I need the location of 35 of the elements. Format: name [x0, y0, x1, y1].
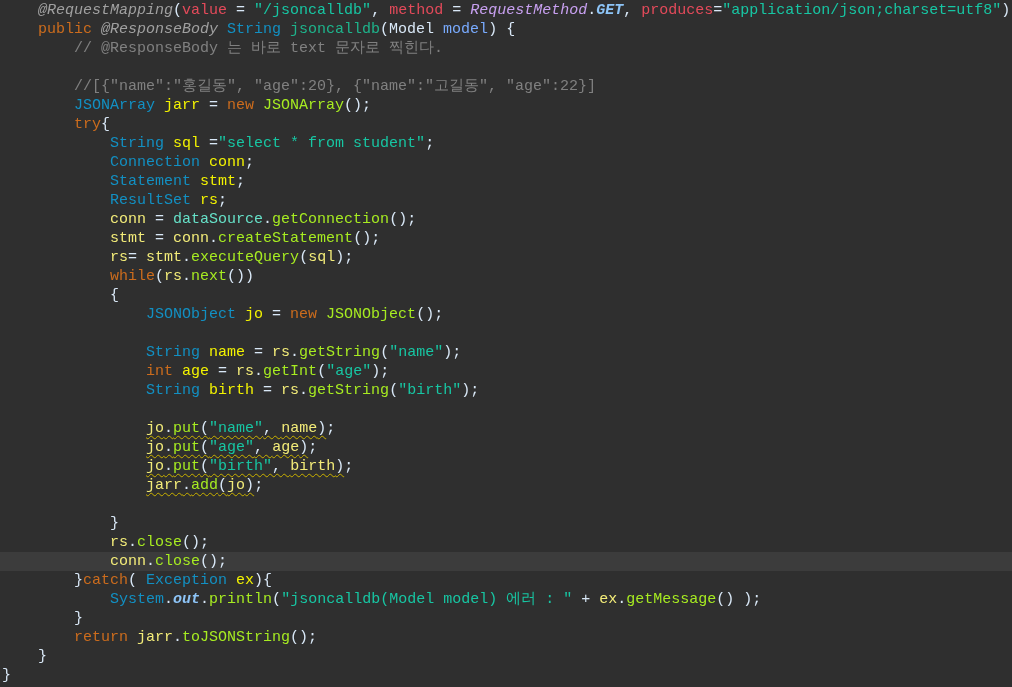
code-line: }	[73, 609, 85, 628]
code-line: Connection conn;	[109, 153, 256, 172]
code-line: }	[37, 647, 49, 666]
warning-underline: jo.put("birth", birth)	[146, 458, 345, 475]
code-line: String name = rs.getString("name");	[145, 343, 463, 362]
code-line: ResultSet rs;	[109, 191, 229, 210]
code-line: int age = rs.getInt("age");	[145, 362, 391, 381]
code-line: stmt = conn.createStatement();	[109, 229, 382, 248]
code-line: }	[109, 514, 121, 533]
code-line: public @ResponseBody String jsoncalldb(Model model) {	[37, 20, 517, 39]
code-line: jarr.add(jo);	[145, 476, 265, 495]
code-line: // @ResponseBody 는 바로 text 문자로 찍힌다.	[73, 39, 445, 58]
code-line: @RequestMapping(value = "/jsoncalldb", method = RequestMethod.GET, produces="application/json;charset=utf8")	[37, 1, 1012, 20]
code-line: return jarr.toJSONString();	[73, 628, 319, 647]
code-line: conn = dataSource.getConnection();	[109, 210, 418, 229]
code-line: System.out.println("jsoncalldb(Model model) 에러 : " + ex.getMessage() );	[109, 590, 763, 609]
code-line: //[{"name":"홍길동", "age":20}, {"name":"고길동", "age":22}]	[73, 77, 598, 96]
code-line: try{	[73, 115, 112, 134]
code-line: Statement stmt;	[109, 172, 247, 191]
warning-underline: jo.put("age", age)	[146, 439, 309, 456]
code-line: jo.put("name", name);	[145, 419, 337, 438]
code-line: jo.put("birth", birth);	[145, 457, 355, 476]
code-line: rs.close();	[109, 533, 211, 552]
code-line: {	[109, 286, 121, 305]
code-line: rs= stmt.executeQuery(sql);	[109, 248, 355, 267]
code-line: JSONObject jo = new JSONObject();	[145, 305, 445, 324]
warning-underline: jarr.add(jo)	[146, 477, 255, 494]
code-line: }catch( Exception ex){	[73, 571, 274, 590]
code-line: String sql ="select * from student";	[109, 134, 436, 153]
code-line: while(rs.next())	[109, 267, 256, 286]
code-line: jo.put("age", age);	[145, 438, 319, 457]
warning-underline: jo.put("name", name)	[146, 420, 327, 437]
code-line: }	[1, 666, 12, 685]
code-line: JSONArray jarr = new JSONArray();	[73, 96, 373, 115]
code-line: String birth = rs.getString("birth");	[145, 381, 481, 400]
